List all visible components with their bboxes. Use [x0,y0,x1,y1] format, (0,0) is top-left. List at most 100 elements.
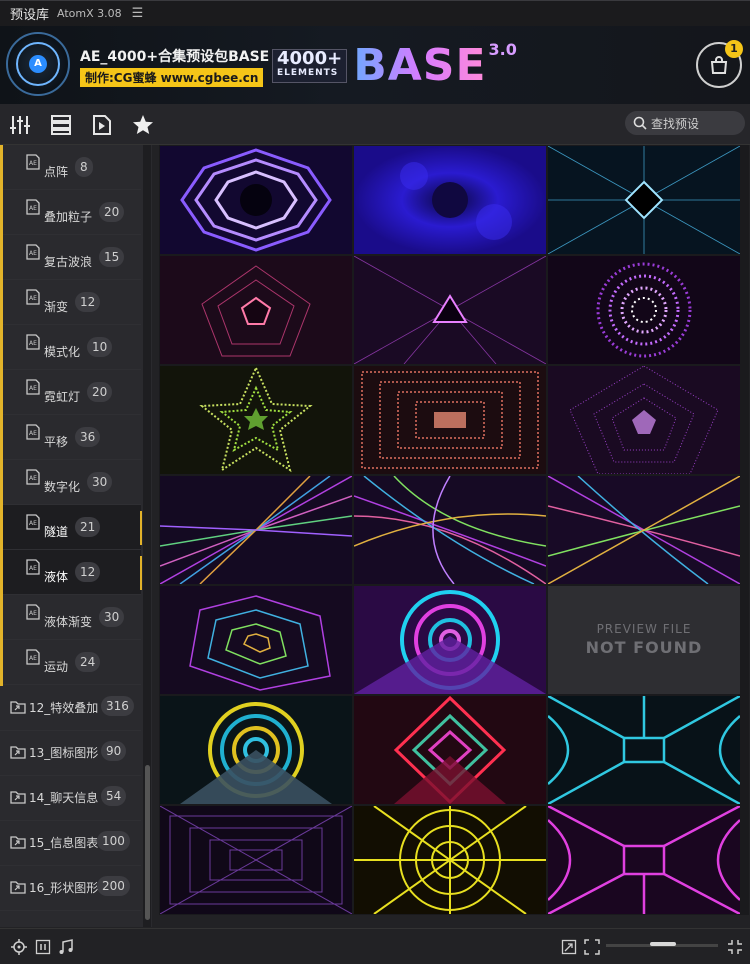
folder-link-icon [10,836,26,849]
preset-thumbnail[interactable] [160,256,352,364]
count-badge: 12 [75,292,101,312]
sidebar-item-gradient[interactable]: AE 渐变 12 [3,280,141,325]
promo-banner[interactable]: A AE_4000+合集预设包BASE V3 制作:CG蜜蜂 www.cgbee… [0,26,750,104]
svg-text:AE: AE [29,430,37,437]
count-badge: 30 [99,607,125,627]
sliders-icon[interactable] [9,114,31,136]
count-badge: 30 [87,472,113,492]
preset-thumbnail[interactable] [548,476,740,584]
expand-icon[interactable] [584,939,600,955]
sidebar-folder-infographics[interactable]: 15_信息图表 100 [0,821,141,866]
ae-file-icon: AE [26,334,40,350]
panel-title: 预设库 [10,8,50,23]
banner-graphic: 4000+ ELEMENTS BASE 3.0 [272,40,517,91]
preset-thumbnail[interactable] [548,366,740,474]
sidebar-item-neon[interactable]: AE 霓虹灯 20 [3,370,141,415]
count-badge: 24 [75,652,101,672]
count-badge: 54 [101,786,127,806]
preset-thumbnail-missing[interactable]: PREVIEW FILE NOT FOUND [548,586,740,694]
not-found-line2: NOT FOUND [585,638,703,657]
count-badge: 15 [99,247,125,267]
count-badge: 10 [87,337,113,357]
ae-file-icon: AE [26,559,40,575]
preset-thumbnail[interactable] [160,146,352,254]
sidebar-item-tunnel[interactable]: AE 隧道 21 [3,505,142,550]
sidebar-item-liquid-gradient[interactable]: AE 液体渐变 30 [3,595,141,640]
preset-thumbnail[interactable] [354,586,546,694]
cart-badge: 1 [725,40,743,58]
not-found-line1: PREVIEW FILE [596,622,692,636]
preset-thumbnail[interactable] [354,256,546,364]
ae-file-icon: AE [26,469,40,485]
svg-text:AE: AE [29,475,37,482]
sidebar-folder-icon-graphics[interactable]: 13_图标图形 90 [0,731,141,776]
sidebar-folder-effects-overlay[interactable]: 12_特效叠加 316 [0,686,141,731]
svg-text:AE: AE [29,385,37,392]
list-icon[interactable] [50,114,72,136]
banner-subtitle: 制作:CG蜜蜂 www.cgbee.cn [80,68,264,87]
folder-link-icon [10,881,26,894]
target-icon[interactable] [11,939,27,955]
ae-file-icon: AE [26,154,40,170]
folder-link-icon [10,701,26,714]
sidebar-item-overlay-particles[interactable]: AE 叠加粒子 20 [3,190,141,235]
svg-text:AE: AE [29,250,37,257]
count-badge: 200 [97,876,130,896]
preset-thumbnail[interactable] [160,806,352,914]
ae-file-icon: AE [26,604,40,620]
preset-thumbnail[interactable] [354,806,546,914]
preset-thumbnail[interactable] [354,476,546,584]
preset-thumbnail[interactable] [160,366,352,474]
sidebar-item-motion[interactable]: AE 运动 24 [3,640,141,685]
category-sidebar: AE 点阵 8 AE 叠加粒子 20 AE 复古波浪 15 AE 渐变 12 A… [0,145,152,927]
play-file-icon[interactable] [91,114,113,136]
preset-thumbnail[interactable] [354,696,546,804]
ae-file-icon: AE [26,424,40,440]
sidebar-item-retro-waves[interactable]: AE 复古波浪 15 [3,235,141,280]
sidebar-folder-chat-messages[interactable]: 14_聊天信息 54 [0,776,141,821]
sidebar-item-pan[interactable]: AE 平移 36 [3,415,141,460]
svg-text:AE: AE [29,160,37,167]
music-icon[interactable] [58,939,74,955]
preset-thumbnail[interactable] [548,806,740,914]
app-version: AtomX 3.08 [57,7,122,20]
sidebar-item-digital[interactable]: AE 数字化 30 [3,460,141,505]
fullscreen-icon[interactable] [727,939,743,955]
preset-thumbnail[interactable] [160,586,352,694]
preset-thumbnail[interactable] [548,146,740,254]
svg-text:AE: AE [29,610,37,617]
pause-icon[interactable] [35,939,51,955]
preset-thumbnail[interactable] [160,696,352,804]
sidebar-folder-shape-graphics[interactable]: 16_形状图形 200 [0,866,141,911]
sidebar-scroll-thumb[interactable] [145,765,150,920]
svg-text:AE: AE [29,520,37,527]
shopping-bag-icon [710,56,728,74]
preset-thumbnail[interactable] [354,366,546,474]
search-input[interactable]: 查找预设 [625,111,745,135]
count-badge: 20 [99,202,125,222]
count-badge: 90 [101,741,127,761]
ae-file-icon: AE [26,199,40,215]
ae-file-icon: AE [26,289,40,305]
preset-thumbnail[interactable] [354,146,546,254]
atomx-logo: A [6,32,70,96]
search-icon [633,116,647,130]
folder-link-icon [10,746,26,759]
star-icon[interactable] [132,114,154,136]
svg-text:AE: AE [29,655,37,662]
svg-text:AE: AE [29,205,37,212]
folder-link-icon [10,791,26,804]
preset-grid: PREVIEW FILE NOT FOUND [159,145,749,915]
preset-thumbnail[interactable] [548,696,740,804]
preset-thumbnail[interactable] [160,476,352,584]
count-badge: 316 [101,696,134,716]
sidebar-item-patterned[interactable]: AE 模式化 10 [3,325,141,370]
sidebar-item-dot-matrix[interactable]: AE 点阵 8 [3,145,141,190]
count-badge: 100 [97,831,130,851]
search-placeholder: 查找预设 [651,116,700,131]
preset-thumbnail[interactable] [548,256,740,364]
hamburger-icon[interactable]: ☰ [132,6,144,21]
sidebar-item-liquid[interactable]: AE 液体 12 [3,550,142,595]
shrink-icon[interactable] [561,939,577,955]
slider-knob[interactable] [650,942,676,946]
